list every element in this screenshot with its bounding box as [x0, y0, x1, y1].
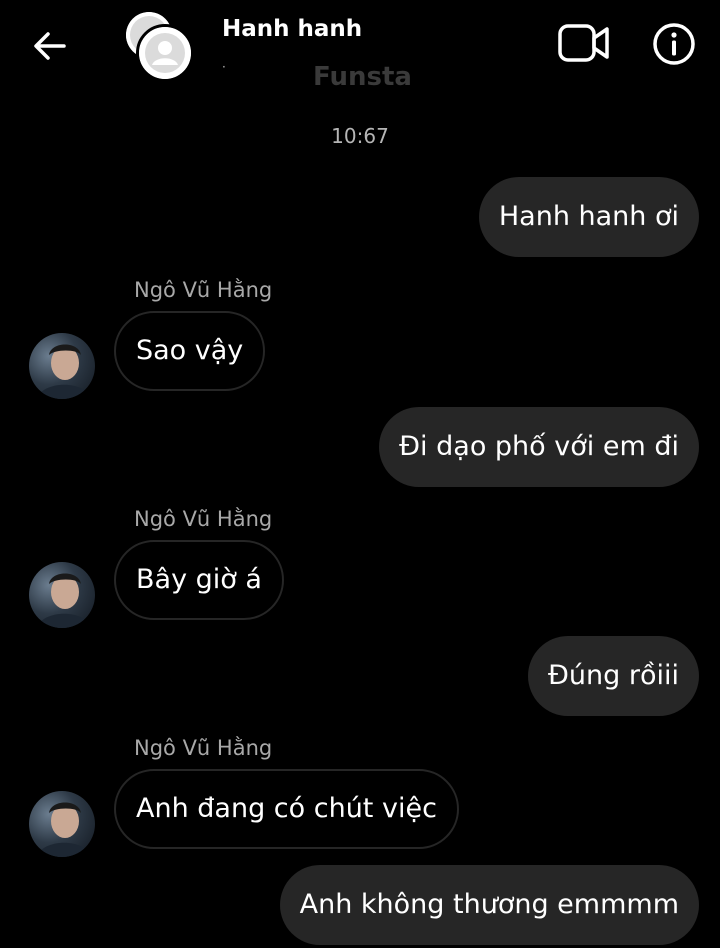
group-avatar[interactable] — [124, 12, 194, 82]
message-bubble-outgoing[interactable]: Anh không thương emmmm — [279, 865, 699, 945]
message-bubble-incoming[interactable]: Anh đang có chút việc — [114, 769, 459, 849]
profile-photo — [37, 344, 91, 399]
video-call-icon — [558, 24, 609, 62]
sender-name: Ngô Vũ Hằng — [134, 736, 273, 760]
back-button[interactable] — [28, 24, 72, 68]
sender-avatar[interactable] — [29, 791, 95, 857]
message-bubble-outgoing[interactable]: Đúng rồiii — [528, 636, 699, 716]
info-button[interactable] — [650, 20, 698, 68]
sender-avatar[interactable] — [29, 562, 95, 628]
chat-subtitle: · — [222, 60, 226, 74]
sender-name: Ngô Vũ Hằng — [134, 278, 273, 302]
sender-name: Ngô Vũ Hằng — [134, 507, 273, 531]
watermark: Funsta — [313, 62, 412, 92]
message-bubble-outgoing[interactable]: Hanh hanh ơi — [478, 177, 699, 257]
info-icon — [653, 23, 695, 65]
message-bubble-outgoing[interactable]: Đi dạo phố với em đi — [379, 407, 699, 487]
back-arrow-icon — [34, 32, 66, 60]
sender-avatar[interactable] — [29, 333, 95, 399]
message-timestamp: 10:67 — [331, 124, 389, 148]
message-bubble-incoming[interactable]: Sao vậy — [114, 311, 266, 391]
profile-photo — [37, 573, 91, 628]
default-avatar-icon — [139, 27, 191, 79]
avatar-front — [136, 24, 194, 82]
video-call-button[interactable] — [556, 20, 612, 66]
message-bubble-incoming[interactable]: Bây giờ á — [114, 540, 284, 620]
chat-title[interactable]: Hanh hanh — [222, 16, 362, 42]
profile-photo — [37, 802, 91, 857]
